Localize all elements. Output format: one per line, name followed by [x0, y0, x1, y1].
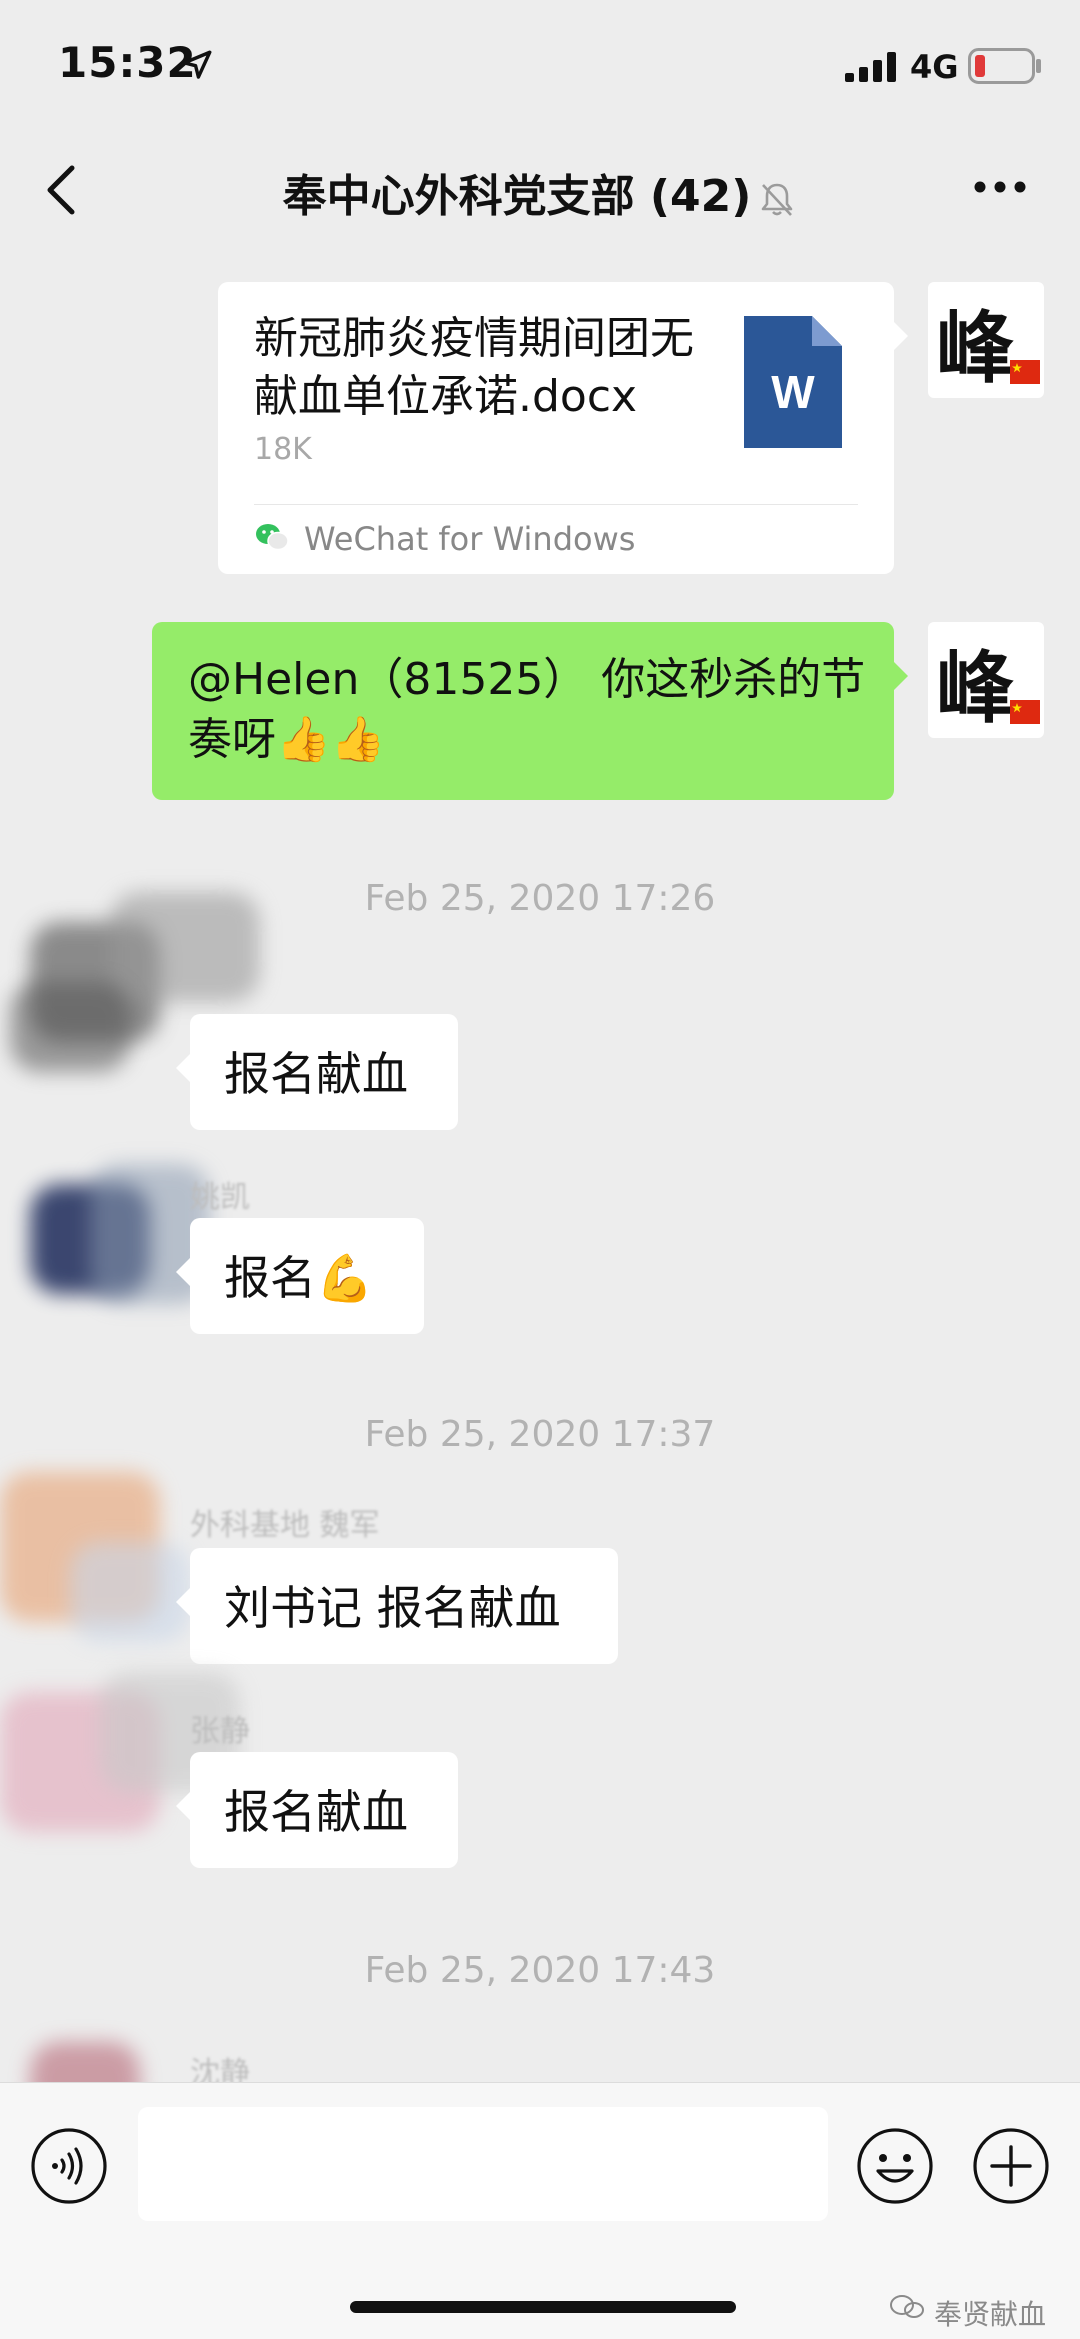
group-name: 奉中心外科党支部 (42)	[282, 171, 752, 222]
back-arrow-icon[interactable]	[40, 160, 84, 220]
sender-avatar[interactable]	[0, 1672, 240, 1842]
watermark-logo-icon	[890, 2295, 924, 2318]
input-bar: 奉贤献血	[0, 2082, 1080, 2339]
incoming-message-bubble[interactable]: 刘书记 报名献血	[176, 1548, 618, 1664]
avatar-character: 峰	[936, 643, 1015, 734]
self-message-bubble[interactable]: @Helen（81525） 你这秒杀的节奏呀👍👍	[152, 622, 908, 800]
more-options-icon[interactable]	[972, 176, 1028, 198]
add-more-icon[interactable]	[972, 2127, 1050, 2205]
sender-name: 张静	[190, 1714, 250, 1749]
voice-input-icon[interactable]	[30, 2127, 108, 2205]
chat-header: 奉中心外科党支部 (42)	[0, 130, 1080, 253]
message-list[interactable]: 新冠肺炎疫情期间团无献血单位承诺.docx 18K W WeChat for W…	[0, 252, 1080, 2082]
watermark-text: 奉贤献血	[934, 2298, 1047, 2331]
sender-avatar[interactable]	[0, 1452, 190, 1642]
network-type: 4G	[910, 48, 959, 86]
sender-name: 外科基地 魏军	[190, 1508, 380, 1543]
china-flag-icon	[1010, 360, 1040, 384]
emoji-icon[interactable]	[856, 2127, 934, 2205]
message-timestamp: Feb 25, 2020 17:43	[364, 1950, 716, 1991]
message-text: 刘书记 报名献血	[224, 1581, 561, 1635]
home-indicator	[350, 2301, 736, 2313]
sender-avatar[interactable]	[0, 882, 260, 1072]
incoming-message-bubble[interactable]: 报名💪	[176, 1218, 424, 1334]
avatar-character: 峰	[936, 303, 1015, 394]
message-text: 报名献血	[224, 1047, 408, 1101]
self-avatar[interactable]: 峰	[928, 282, 1044, 398]
message-timestamp: Feb 25, 2020 17:37	[364, 1414, 716, 1455]
mute-bell-icon	[762, 183, 793, 216]
status-bar: 15:32 4G	[0, 0, 1080, 130]
cell-signal-icon	[845, 52, 896, 82]
incoming-message-bubble[interactable]: 报名献血	[176, 1752, 458, 1868]
message-text: @Helen（81525） 你这秒杀的节奏呀👍👍	[188, 654, 866, 765]
chat-title: 奉中心外科党支部 (42)	[150, 160, 930, 224]
file-size: 18K	[254, 432, 312, 467]
file-name: 新冠肺炎疫情期间团无献血单位承诺.docx	[254, 313, 694, 422]
self-avatar[interactable]: 峰	[928, 622, 1044, 738]
file-message[interactable]: 新冠肺炎疫情期间团无献血单位承诺.docx 18K W WeChat for W…	[218, 282, 908, 574]
message-input[interactable]	[138, 2107, 828, 2221]
file-source: WeChat for Windows	[304, 520, 636, 558]
wechat-logo-icon	[256, 524, 289, 551]
word-document-icon: W	[744, 316, 842, 448]
location-arrow-icon	[182, 50, 212, 79]
china-flag-icon	[1010, 700, 1040, 724]
incoming-message-bubble[interactable]: 报名献血	[176, 1014, 458, 1130]
status-time: 15:32	[58, 38, 197, 87]
message-text: 报名献血	[224, 1785, 408, 1839]
sender-name: 姚凯	[190, 1180, 250, 1215]
doc-icon-letter: W	[771, 366, 815, 418]
battery-icon	[968, 48, 1041, 84]
divider	[254, 504, 858, 505]
message-text: 报名💪	[224, 1251, 374, 1305]
sender-name: 沈静	[190, 2056, 250, 2082]
